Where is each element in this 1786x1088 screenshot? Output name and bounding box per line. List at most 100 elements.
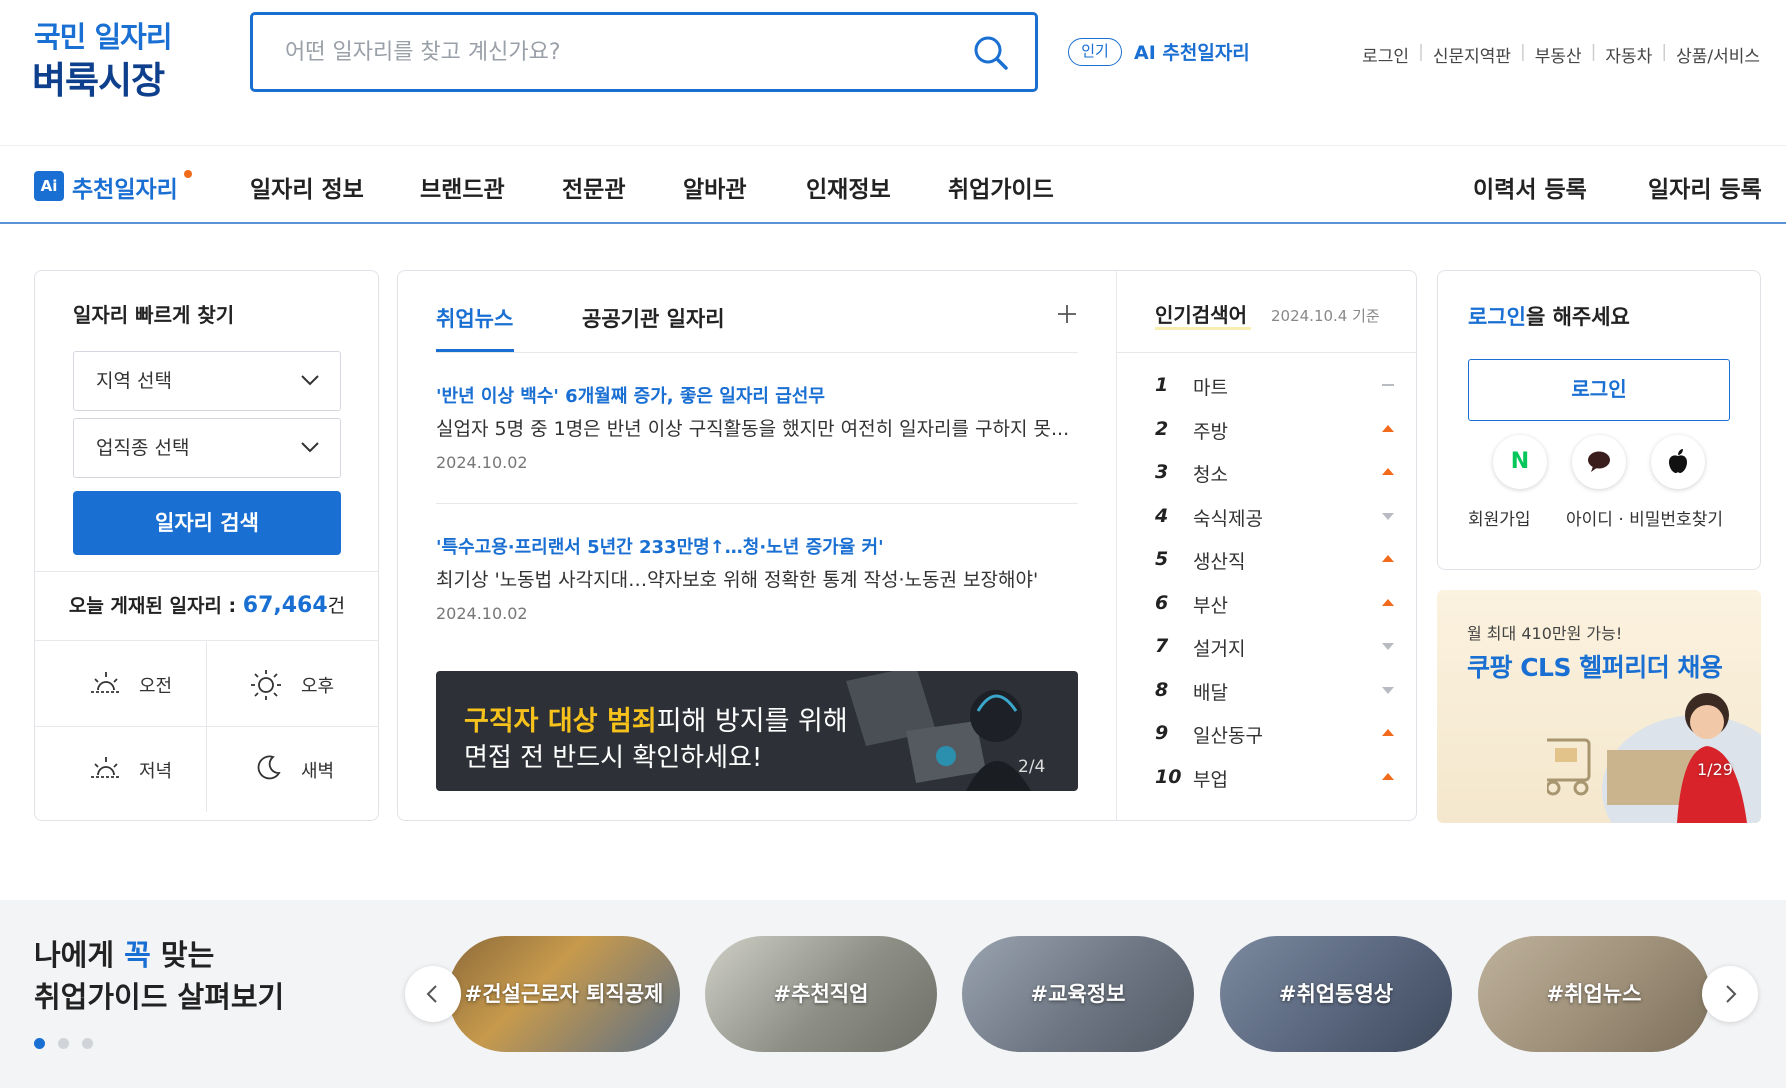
ad-pager: 1/29 xyxy=(1697,760,1733,779)
nav-resume-register[interactable]: 이력서 등록 xyxy=(1473,170,1587,204)
popular-badge: 인기 xyxy=(1068,38,1122,66)
guide-card-construction[interactable]: #건설근로자 퇴직공제 xyxy=(448,936,680,1052)
trend-up-icon xyxy=(1382,772,1394,780)
nav-job-register[interactable]: 일자리 등록 xyxy=(1648,170,1762,204)
apple-icon xyxy=(1669,449,1687,473)
nav-alba[interactable]: 알바관 xyxy=(683,170,746,204)
page-dot-active[interactable] xyxy=(34,1038,45,1049)
count-label: 오늘 게재된 일자리 : xyxy=(68,595,237,617)
kakao-icon xyxy=(1588,451,1610,472)
popular-divider xyxy=(1117,352,1417,353)
quick-find-title: 일자리 빠르게 찾기 xyxy=(73,303,235,327)
guide-title-line2: 취업가이드 살펴보기 xyxy=(34,980,285,1014)
rank-item[interactable]: 8 배달 xyxy=(1155,676,1395,706)
rank-item[interactable]: 6 부산 xyxy=(1155,589,1395,619)
util-car[interactable]: 자동차 xyxy=(1605,42,1652,67)
search-box xyxy=(250,12,1038,92)
coupang-ad-banner[interactable]: 월 최대 410만원 가능! 쿠팡 CLS 헬퍼리더 채용 1/29 xyxy=(1437,590,1761,823)
news-item-title[interactable]: '반년 이상 백수' 6개월째 증가, 좋은 일자리 급선무 xyxy=(436,382,825,408)
rank-number: 4 xyxy=(1155,504,1169,527)
guide-card-news[interactable]: #취업뉴스 xyxy=(1478,936,1710,1052)
time-afternoon[interactable]: 오후 xyxy=(207,642,379,727)
nav-talent[interactable]: 인재정보 xyxy=(806,170,891,204)
news-item-desc[interactable]: 실업자 5명 중 1명은 반년 이상 구직활동을 했지만 여전히 일자리를 구하… xyxy=(436,414,1076,441)
util-login[interactable]: 로그인 xyxy=(1362,42,1409,67)
chevron-down-icon xyxy=(301,375,319,386)
rank-keyword: 생산직 xyxy=(1193,551,1246,573)
job-search-button[interactable]: 일자리 검색 xyxy=(73,491,341,555)
news-popular-card: 취업뉴스 공공기관 일자리 '반년 이상 백수' 6개월째 증가, 좋은 일자리… xyxy=(397,270,1417,821)
login-title: 로그인을 해주세요 xyxy=(1468,301,1630,331)
plus-icon[interactable] xyxy=(1056,303,1078,325)
rank-item[interactable]: 7 설거지 xyxy=(1155,632,1395,662)
guide-card-recommend-job[interactable]: #추천직업 xyxy=(705,936,937,1052)
rank-number: 1 xyxy=(1155,374,1169,396)
guide-next-button[interactable] xyxy=(1702,966,1758,1022)
safety-banner[interactable]: 구직자 대상 범죄피해 방지를 위해 면접 전 반드시 확인하세요! 2/4 xyxy=(436,671,1078,791)
time-label-morning: 오전 xyxy=(139,676,173,697)
region-select[interactable]: 지역 선택 xyxy=(73,351,341,411)
rank-item[interactable]: 1 마트 xyxy=(1155,371,1395,401)
guide-tag: #추천직업 xyxy=(773,982,869,1006)
time-dawn[interactable]: 새벽 xyxy=(207,727,379,812)
news-item-desc[interactable]: 최기상 '노동법 사각지대…약자보호 위해 정확한 통계 작성·노동권 보장해야… xyxy=(436,565,1076,592)
page-dot[interactable] xyxy=(82,1038,93,1049)
time-label-dawn: 새벽 xyxy=(301,761,335,782)
nav-career-guide[interactable]: 취업가이드 xyxy=(948,170,1054,204)
guide-title-line1: 나에게 꼭 맞는 xyxy=(34,932,214,974)
logo-line2[interactable]: 벼룩시장 xyxy=(32,50,165,104)
rank-item[interactable]: 10 부업 xyxy=(1155,763,1395,793)
trend-down-icon xyxy=(1382,686,1394,694)
rank-item[interactable]: 3 청소 xyxy=(1155,458,1395,488)
rank-item[interactable]: 5 생산직 xyxy=(1155,545,1395,575)
find-account-link[interactable]: 아이디 · 비밀번호찾기 xyxy=(1566,505,1723,530)
title-underline xyxy=(1155,327,1251,330)
trend-up-icon xyxy=(1382,729,1394,736)
nav-brand[interactable]: 브랜드관 xyxy=(420,170,505,204)
util-nav: 로그인 | 신문지역판 | 부동산 | 자동차 | 상품/서비스 xyxy=(1362,42,1760,67)
signup-link[interactable]: 회원가입 xyxy=(1468,505,1531,530)
kakao-login-button[interactable] xyxy=(1572,435,1626,489)
nav-expert[interactable]: 전문관 xyxy=(562,170,625,204)
trend-same-icon xyxy=(1382,384,1394,386)
rank-item[interactable]: 2 주방 xyxy=(1155,415,1395,445)
banner-highlight: 구직자 대상 범죄 xyxy=(464,706,657,737)
login-title-highlight[interactable]: 로그인 xyxy=(1468,305,1526,329)
guide-tag: #취업뉴스 xyxy=(1546,982,1642,1006)
rank-number: 6 xyxy=(1155,591,1169,614)
popular-keywords: 인기검색어 2024.10.4 기준 1 마트 2 주방 3 청소 4 숙식제공 5 생산직 6 부산… xyxy=(1117,271,1417,820)
trend-up-icon xyxy=(1382,468,1394,475)
ai-recommend-link[interactable]: AI 추천일자리 xyxy=(1134,38,1250,65)
today-count: 오늘 게재된 일자리 : 67,464건 xyxy=(35,571,379,641)
trend-up-icon xyxy=(1382,598,1394,606)
news-item-title[interactable]: '특수고용·프리랜서 5년간 233만명↑…청·노년 증가율 커' xyxy=(436,533,884,559)
trend-down-icon xyxy=(1382,512,1394,520)
search-input[interactable] xyxy=(253,15,953,89)
count-unit: 건 xyxy=(327,595,346,617)
ad-illustration xyxy=(1547,693,1761,823)
tab-job-news[interactable]: 취업뉴스 xyxy=(436,303,513,333)
page-dot[interactable] xyxy=(58,1038,69,1049)
util-realestate[interactable]: 부동산 xyxy=(1535,42,1582,67)
search-button[interactable] xyxy=(971,33,1011,73)
login-button[interactable]: 로그인 xyxy=(1468,359,1730,421)
sunrise-icon xyxy=(91,672,121,693)
guide-tag: #교육정보 xyxy=(1030,982,1126,1006)
time-morning[interactable]: 오전 xyxy=(35,642,207,727)
time-evening[interactable]: 저녁 xyxy=(35,727,207,812)
naver-login-button[interactable]: N xyxy=(1493,435,1547,489)
rank-item[interactable]: 9 일산동구 xyxy=(1155,719,1395,749)
nav-job-info[interactable]: 일자리 정보 xyxy=(250,170,364,204)
main-nav: Ai 추천일자리 일자리 정보 브랜드관 전문관 알바관 인재정보 취업가이드 … xyxy=(0,145,1786,224)
nav-ai-recommend[interactable]: 추천일자리 xyxy=(72,170,178,204)
tab-public-jobs[interactable]: 공공기관 일자리 xyxy=(582,303,725,333)
util-products[interactable]: 상품/서비스 xyxy=(1676,42,1760,67)
apple-login-button[interactable] xyxy=(1651,435,1705,489)
guide-card-education[interactable]: #교육정보 xyxy=(962,936,1194,1052)
guide-card-video[interactable]: #취업동영상 xyxy=(1220,936,1452,1052)
chevron-right-icon xyxy=(1726,985,1737,1003)
job-type-select[interactable]: 업직종 선택 xyxy=(73,418,341,478)
util-newspaper[interactable]: 신문지역판 xyxy=(1433,42,1511,67)
guide-prev-button[interactable] xyxy=(405,966,461,1022)
rank-item[interactable]: 4 숙식제공 xyxy=(1155,502,1395,532)
